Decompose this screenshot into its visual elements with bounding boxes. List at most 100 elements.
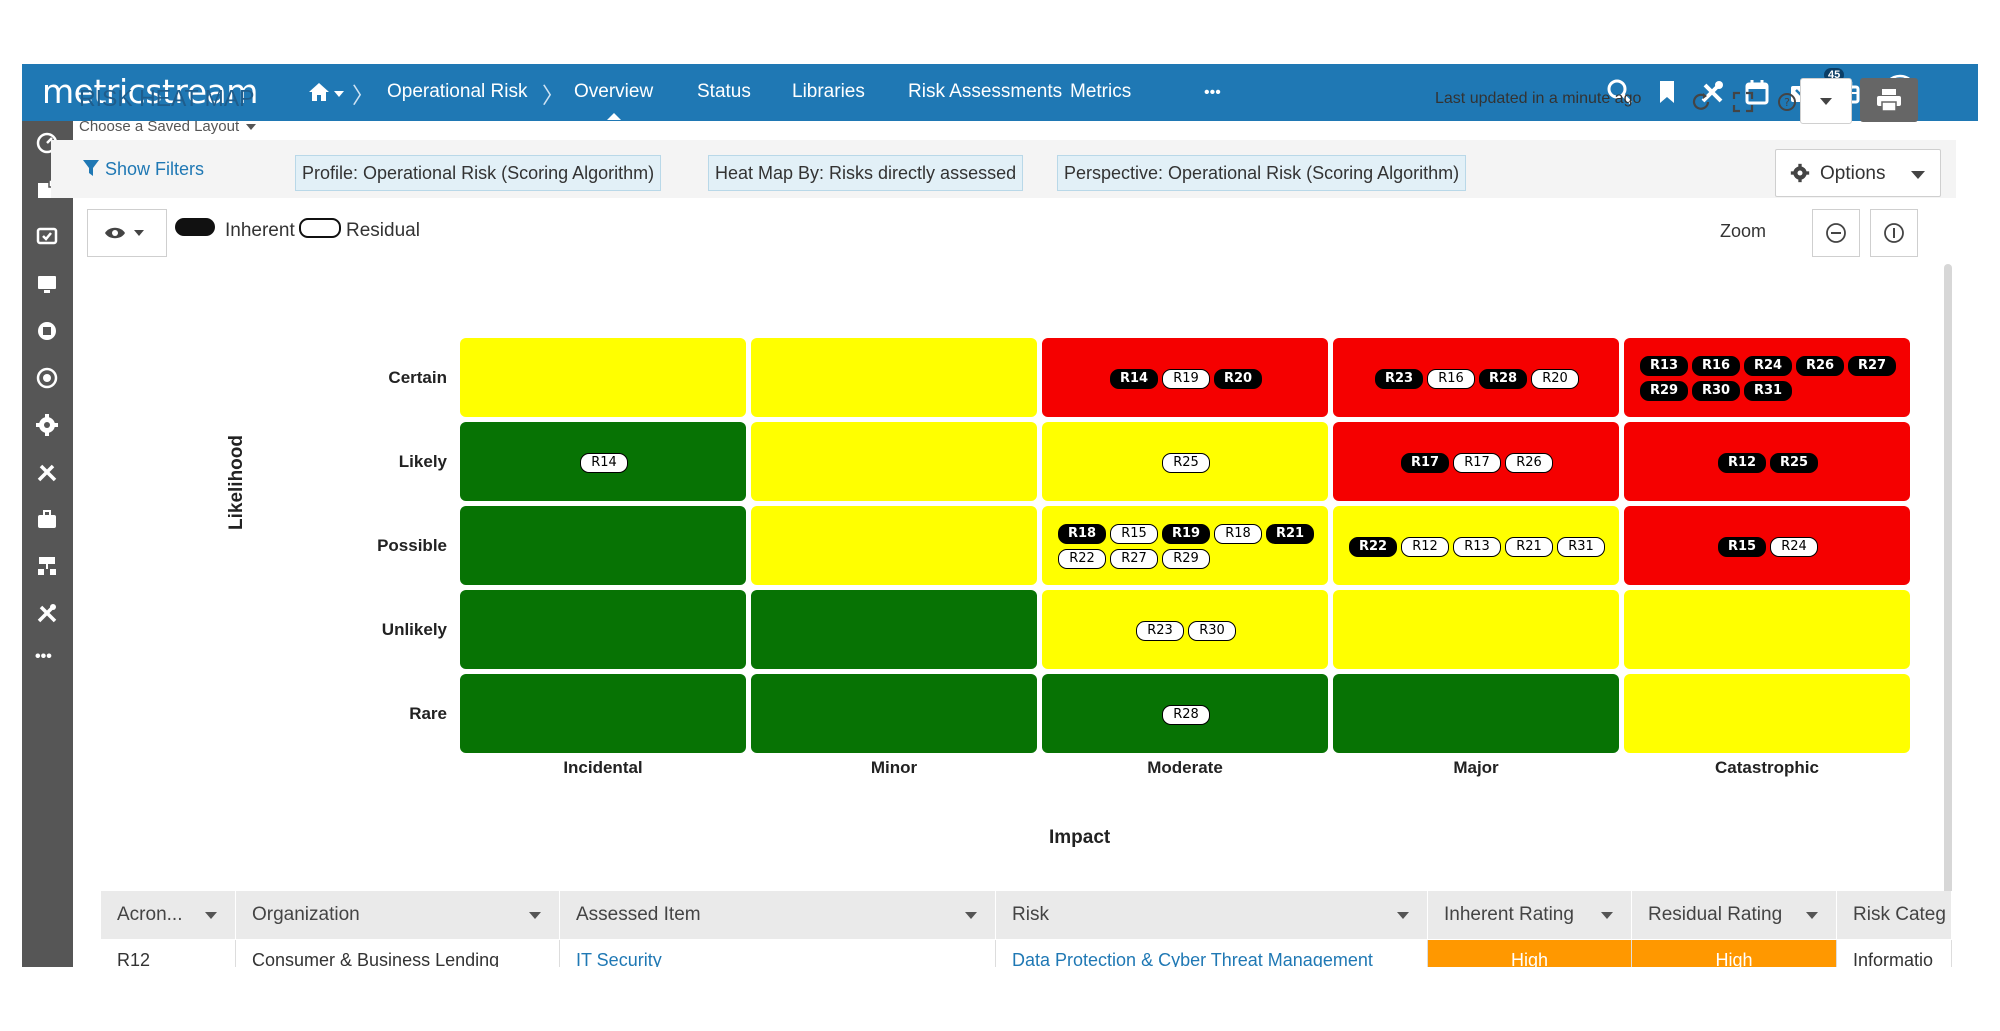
heat-map-cell[interactable] [751,422,1037,501]
heat-map-cell[interactable] [460,338,746,417]
heat-map-cell[interactable] [1624,590,1910,669]
heat-map-cell[interactable] [1624,338,1910,417]
options-button[interactable]: Options [1775,149,1941,197]
residual-risk-pill[interactable]: R30 [1188,620,1236,641]
inherent-risk-pill[interactable]: R31 [1744,381,1792,401]
column-header-risk-category[interactable]: Risk Categ [1837,891,1952,939]
risk-icon[interactable] [35,366,59,390]
heat-map-cell[interactable] [1624,506,1910,585]
sort-caret-icon[interactable] [1397,912,1409,919]
header-dropdown-button[interactable] [1800,78,1852,124]
residual-risk-pill[interactable]: R18 [1214,524,1262,544]
heat-map-cell[interactable] [460,590,746,669]
residual-risk-pill[interactable]: R29 [1162,549,1210,569]
inherent-risk-pill[interactable]: R17 [1401,452,1449,473]
tab-libraries[interactable]: Libraries [792,81,865,103]
heat-map-cell[interactable] [751,338,1037,417]
home-dropdown-icon[interactable] [334,91,344,97]
inherent-risk-pill[interactable]: R25 [1770,452,1818,473]
print-button[interactable] [1860,78,1918,122]
column-header-inherent-rating[interactable]: Inherent Rating [1428,891,1632,939]
inherent-risk-pill[interactable]: R28 [1479,368,1527,389]
saved-layout-dropdown[interactable]: Choose a Saved Layout [79,118,257,135]
library-icon[interactable] [35,319,59,343]
zoom-out-button[interactable] [1812,209,1860,257]
inherent-risk-pill[interactable]: R30 [1692,381,1740,401]
heat-map-cell[interactable] [1333,590,1619,669]
heat-map-cell[interactable] [751,590,1037,669]
inherent-risk-pill[interactable]: R27 [1848,356,1896,376]
sort-caret-icon[interactable] [965,912,977,919]
inherent-risk-pill[interactable]: R13 [1640,356,1688,376]
heat-map-cell[interactable] [460,506,746,585]
heat-map-cell[interactable] [1042,590,1328,669]
inherent-risk-pill[interactable]: R21 [1266,524,1314,544]
zoom-reset-button[interactable] [1870,209,1918,257]
filter-chip-profile[interactable]: Profile: Operational Risk (Scoring Algor… [295,155,662,191]
residual-risk-pill[interactable]: R12 [1401,536,1449,557]
inherent-risk-pill[interactable]: R14 [1110,368,1158,389]
residual-risk-pill[interactable]: R16 [1427,368,1475,389]
breadcrumb-operational-risk[interactable]: Operational Risk [387,81,527,103]
heat-map-cell[interactable] [751,674,1037,753]
residual-risk-pill[interactable]: R17 [1453,452,1501,473]
inherent-risk-pill[interactable]: R26 [1796,356,1844,376]
residual-risk-pill[interactable]: R14 [580,452,628,473]
tab-risk-assessments[interactable]: Risk Assessments [908,81,1062,103]
inherent-risk-pill[interactable]: R16 [1692,356,1740,376]
residual-risk-pill[interactable]: R21 [1505,536,1553,557]
org-chart-icon[interactable] [35,554,59,578]
fullscreen-icon[interactable] [1732,91,1754,113]
heat-map-cell[interactable] [751,506,1037,585]
inherent-risk-pill[interactable]: R19 [1162,524,1210,544]
residual-risk-pill[interactable]: R23 [1136,620,1184,641]
assessments-icon[interactable] [35,225,59,249]
residual-risk-pill[interactable]: R19 [1162,368,1210,389]
help-icon[interactable]: ? [1776,91,1798,113]
column-header-organization[interactable]: Organization [236,891,560,939]
inherent-risk-pill[interactable]: R29 [1640,381,1688,401]
monitor-icon[interactable] [35,272,59,296]
sort-caret-icon[interactable] [1806,912,1818,919]
show-filters-button[interactable]: Show Filters [82,159,204,180]
residual-risk-pill[interactable]: R26 [1505,452,1553,473]
column-header-assessed-item[interactable]: Assessed Item [560,891,996,939]
residual-risk-pill[interactable]: R15 [1110,524,1158,544]
column-header-acronym[interactable]: Acron... [101,891,236,939]
table-cell-risk[interactable]: Data Protection & Cyber Threat Managemen… [996,940,1428,967]
residual-risk-pill[interactable]: R27 [1110,549,1158,569]
filter-chip-perspective[interactable]: Perspective: Operational Risk (Scoring A… [1057,155,1467,191]
tab-status[interactable]: Status [697,81,751,103]
view-toggle-button[interactable] [87,209,167,257]
column-header-risk[interactable]: Risk [996,891,1428,939]
inherent-risk-pill[interactable]: R24 [1744,356,1792,376]
filter-chip-heat-map-by[interactable]: Heat Map By: Risks directly assessed [708,155,1024,191]
sort-caret-icon[interactable] [529,912,541,919]
briefcase-icon[interactable] [35,507,59,531]
inherent-risk-pill[interactable]: R12 [1718,452,1766,473]
sort-caret-icon[interactable] [1601,912,1613,919]
settings-gear-icon[interactable] [35,413,59,437]
inherent-risk-pill[interactable]: R18 [1058,524,1106,544]
residual-risk-pill[interactable]: R13 [1453,536,1501,557]
heat-map-cell[interactable] [1624,422,1910,501]
residual-risk-pill[interactable]: R24 [1770,536,1818,557]
more-icon[interactable]: ••• [35,648,59,672]
residual-risk-pill[interactable]: R28 [1162,704,1210,725]
tab-metrics[interactable]: Metrics [1070,81,1131,103]
residual-risk-pill[interactable]: R20 [1531,368,1579,389]
column-header-residual-rating[interactable]: Residual Rating [1632,891,1837,939]
heat-map-cell[interactable] [1624,674,1910,753]
inherent-risk-pill[interactable]: R20 [1214,368,1262,389]
heat-map-cell[interactable] [460,674,746,753]
table-cell-assessed-item[interactable]: IT Security [560,940,996,967]
residual-risk-pill[interactable]: R31 [1557,536,1605,557]
vertical-scrollbar[interactable] [1944,264,1952,904]
inherent-risk-pill[interactable]: R15 [1718,536,1766,557]
inherent-risk-pill[interactable]: R23 [1375,368,1423,389]
residual-risk-pill[interactable]: R25 [1162,452,1210,473]
heat-map-cell[interactable] [1333,674,1619,753]
inherent-risk-pill[interactable]: R22 [1349,536,1397,557]
admin-tools-icon[interactable] [35,601,59,625]
refresh-icon[interactable] [1690,91,1712,113]
